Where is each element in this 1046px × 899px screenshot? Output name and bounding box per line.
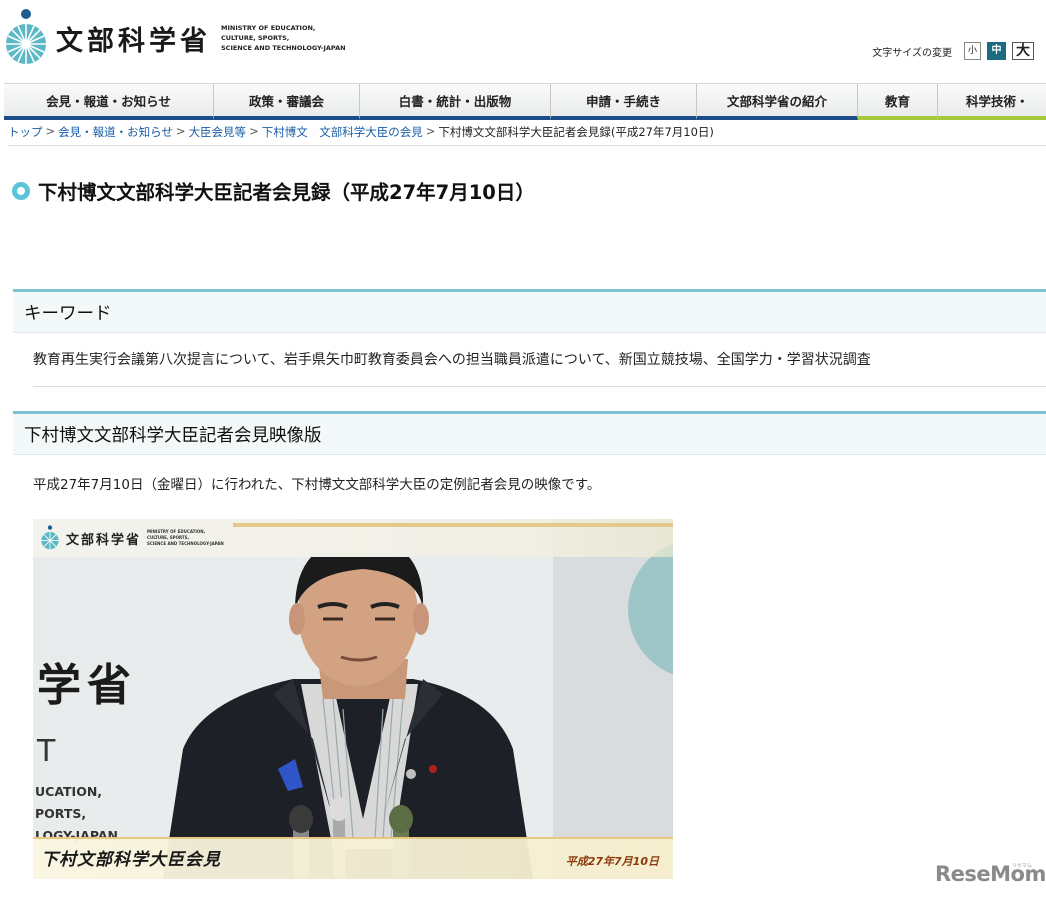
font-size-medium-button[interactable]: 中 — [987, 42, 1006, 60]
breadcrumb-separator: > — [175, 124, 186, 138]
site-header: 文部科学省 MINISTRY OF EDUCATION, CULTURE, SP… — [0, 0, 1046, 82]
nav-item-about[interactable]: 文部科学省の紹介 — [697, 84, 858, 120]
breadcrumb-separator: > — [45, 124, 56, 138]
video-mext-emblem-icon — [39, 525, 61, 551]
breadcrumb-current: 下村博文文部科学大臣記者会見録(平成27年7月10日) — [438, 125, 714, 139]
global-nav: 会見・報道・お知らせ 政策・審議会 白書・統計・出版物 申請・手続き 文部科学省… — [4, 83, 1046, 120]
nav-item-applications[interactable]: 申請・手続き — [551, 84, 697, 120]
breadcrumb-divider — [8, 145, 1046, 146]
video-caption-bar: 下村文部科学大臣会見 平成27年7月10日 — [33, 837, 673, 879]
video-logo-english: MINISTRY OF EDUCATION, CULTURE, SPORTS, … — [147, 529, 224, 546]
mext-emblem-icon — [4, 8, 48, 68]
keywords-text: 教育再生実行会議第八次提言について、岩手県矢巾町教育委員会への担当職員派遣につい… — [33, 352, 871, 368]
page-title-block: 下村博文文部科学大臣記者会見録（平成27年7月10日） — [12, 176, 535, 205]
nav-item-press[interactable]: 会見・報道・お知らせ — [4, 84, 214, 120]
font-size-large-button[interactable]: 大 — [1012, 42, 1034, 60]
font-size-label: 文字サイズの変更 — [872, 47, 952, 59]
video-logo-text: 文部科学省 — [66, 532, 142, 548]
breadcrumb-separator: > — [249, 124, 259, 138]
video-caption-date: 平成27年7月10日 — [565, 855, 659, 868]
site-logo[interactable]: 文部科学省 MINISTRY OF EDUCATION, CULTURE, SP… — [4, 8, 351, 68]
site-logo-english: MINISTRY OF EDUCATION, CULTURE, SPORTS, … — [221, 24, 346, 52]
nav-item-education[interactable]: 教育 — [858, 84, 938, 120]
breadcrumb: トップ > 会見・報道・お知らせ > 大臣会見等 > 下村博文 文部科学大臣の会… — [8, 124, 714, 140]
nav-item-publications[interactable]: 白書・統計・出版物 — [360, 84, 551, 120]
resemom-watermark-kana: リセマム — [1012, 863, 1033, 869]
nav-item-policy[interactable]: 政策・審議会 — [214, 84, 360, 120]
font-size-switcher: 文字サイズの変更 小 中 大 — [872, 42, 1034, 60]
breadcrumb-separator: > — [425, 124, 436, 138]
font-size-small-button[interactable]: 小 — [964, 42, 981, 60]
title-bullet-icon — [12, 181, 30, 200]
video-top-banner-line — [233, 523, 673, 527]
breadcrumb-minister[interactable]: 下村博文 文部科学大臣の会見 — [262, 124, 423, 140]
keywords-heading: キーワード — [13, 289, 1046, 333]
minister-figure — [163, 537, 533, 879]
nav-item-science[interactable]: 科学技術・ — [938, 84, 1046, 120]
video-description: 平成27年7月10日（金曜日）に行われた、下村博文文部科学大臣の定例記者会見の映… — [33, 477, 601, 493]
keywords-divider — [33, 386, 1046, 387]
breadcrumb-top[interactable]: トップ — [8, 124, 43, 140]
press-conference-video[interactable]: 学省 T UCATION, PORTS, LOGY-JAPAN 文部科学省 MI… — [33, 519, 673, 879]
video-caption: 下村文部科学大臣会見 — [41, 850, 221, 870]
site-logo-text: 文部科学省 — [56, 25, 211, 57]
page-title: 下村博文文部科学大臣記者会見録（平成27年7月10日） — [38, 181, 535, 204]
breadcrumb-press[interactable]: 会見・報道・お知らせ — [58, 124, 173, 140]
breadcrumb-minister-meetings[interactable]: 大臣会見等 — [189, 124, 247, 140]
video-section-heading: 下村博文文部科学大臣記者会見映像版 — [13, 411, 1046, 455]
video-logo: 文部科学省 MINISTRY OF EDUCATION, CULTURE, SP… — [39, 525, 227, 551]
